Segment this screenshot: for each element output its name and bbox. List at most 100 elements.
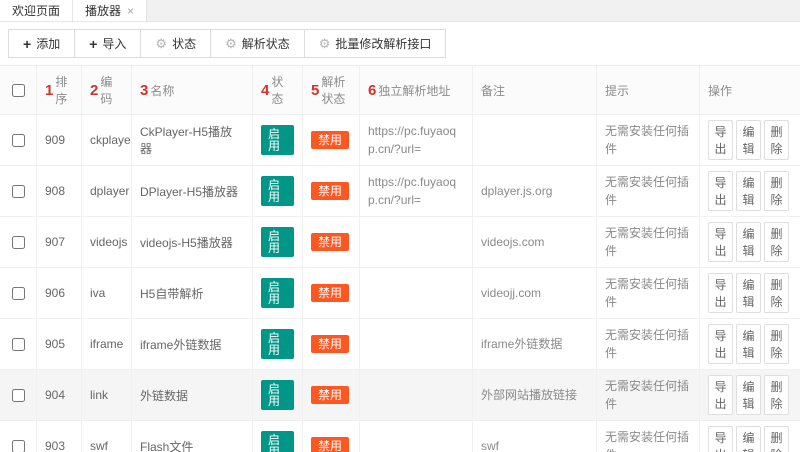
table-row: 907videojsvideojs-H5播放器启用禁用videojs.com无需… <box>0 217 800 268</box>
annotation-number: 5 <box>311 83 319 98</box>
row-select-checkbox[interactable] <box>12 287 25 300</box>
column-header-parse-status: 5 解析状态 <box>303 66 360 114</box>
row-action-export-button[interactable]: 导出 <box>708 222 733 262</box>
row-action-export-button[interactable]: 导出 <box>708 375 733 415</box>
row-action-export-button[interactable]: 导出 <box>708 426 733 452</box>
annotation-number: 6 <box>368 83 376 98</box>
row-action-edit-button[interactable]: 编辑 <box>736 222 761 262</box>
row-action-delete-button[interactable]: 删除 <box>764 171 789 211</box>
tab-label: 欢迎页面 <box>12 2 60 19</box>
toolbar: + 添加 + 导入 ⚙ 状态 ⚙ 解析状态 ⚙ 批量修改解析接口 <box>0 22 800 65</box>
annotation-number: 3 <box>140 83 148 98</box>
status-button[interactable]: ⚙ 状态 <box>140 29 211 58</box>
row-code: link <box>82 370 132 420</box>
add-button[interactable]: + 添加 <box>8 29 75 58</box>
status-badge[interactable]: 启用 <box>261 329 294 359</box>
column-label: 名称 <box>150 82 174 99</box>
row-actions: 导出编辑删除 <box>700 115 800 165</box>
parse-status-badge[interactable]: 禁用 <box>311 437 349 452</box>
row-name: iframe外链数据 <box>132 319 253 369</box>
row-parse-url <box>360 217 473 267</box>
status-badge[interactable]: 启用 <box>261 227 294 257</box>
close-icon[interactable]: × <box>127 5 134 17</box>
row-action-edit-button[interactable]: 编辑 <box>736 273 761 313</box>
import-button[interactable]: + 导入 <box>74 29 141 58</box>
row-select-checkbox[interactable] <box>12 236 25 249</box>
parse-status-button[interactable]: ⚙ 解析状态 <box>210 29 305 58</box>
row-tip: 无需安装任何插件 <box>597 319 700 369</box>
status-badge[interactable]: 启用 <box>261 380 294 410</box>
toolbar-button-group: + 添加 + 导入 ⚙ 状态 ⚙ 解析状态 ⚙ 批量修改解析接口 <box>8 29 446 58</box>
gear-icon: ⚙ <box>155 37 167 50</box>
row-action-edit-button[interactable]: 编辑 <box>736 324 761 364</box>
row-parse-url <box>360 421 473 452</box>
column-label: 解析状态 <box>321 73 351 107</box>
row-select-checkbox[interactable] <box>12 185 25 198</box>
tab-bar-filler <box>147 0 800 21</box>
row-name: 外链数据 <box>132 370 253 420</box>
tab-welcome[interactable]: 欢迎页面 <box>0 0 73 21</box>
column-header-code: 2 编码 <box>82 66 132 114</box>
row-parse-url: https://pc.fuyaoqp.cn/?url= <box>360 115 473 165</box>
select-all-checkbox[interactable] <box>12 84 25 97</box>
row-action-edit-button[interactable]: 编辑 <box>736 375 761 415</box>
status-badge[interactable]: 启用 <box>261 278 294 308</box>
row-action-export-button[interactable]: 导出 <box>708 120 733 160</box>
parse-status-badge[interactable]: 禁用 <box>311 182 349 200</box>
row-action-delete-button[interactable]: 删除 <box>764 324 789 364</box>
column-label: 独立解析地址 <box>378 82 450 99</box>
table-row: 908dplayerDPlayer-H5播放器启用禁用https://pc.fu… <box>0 166 800 217</box>
annotation-number: 2 <box>90 83 98 98</box>
row-select-checkbox[interactable] <box>12 134 25 147</box>
button-label: 状态 <box>172 35 196 52</box>
button-label: 批量修改解析接口 <box>335 35 431 52</box>
row-sort: 903 <box>37 421 82 452</box>
batch-modify-parse-button[interactable]: ⚙ 批量修改解析接口 <box>304 29 447 58</box>
row-select-checkbox[interactable] <box>12 440 25 452</box>
row-action-export-button[interactable]: 导出 <box>708 273 733 313</box>
parse-status-badge[interactable]: 禁用 <box>311 131 349 149</box>
row-action-edit-button[interactable]: 编辑 <box>736 426 761 452</box>
row-action-delete-button[interactable]: 删除 <box>764 222 789 262</box>
parse-status-badge[interactable]: 禁用 <box>311 386 349 404</box>
row-sort: 909 <box>37 115 82 165</box>
tab-player[interactable]: 播放器 × <box>73 0 147 21</box>
row-name: videojs-H5播放器 <box>132 217 253 267</box>
annotation-number: 1 <box>45 83 53 98</box>
parse-status-badge[interactable]: 禁用 <box>311 335 349 353</box>
row-name: Flash文件 <box>132 421 253 452</box>
row-action-export-button[interactable]: 导出 <box>708 324 733 364</box>
parse-status-badge[interactable]: 禁用 <box>311 233 349 251</box>
row-tip: 无需安装任何插件 <box>597 421 700 452</box>
row-actions: 导出编辑删除 <box>700 268 800 318</box>
row-actions: 导出编辑删除 <box>700 370 800 420</box>
table-row: 904link外链数据启用禁用外部网站播放链接无需安装任何插件导出编辑删除 <box>0 370 800 421</box>
column-header-name: 3 名称 <box>132 66 253 114</box>
row-action-delete-button[interactable]: 删除 <box>764 273 789 313</box>
table-row: 906ivaH5自带解析启用禁用videojj.com无需安装任何插件导出编辑删… <box>0 268 800 319</box>
row-select-checkbox[interactable] <box>12 389 25 402</box>
column-label: 状态 <box>271 73 294 107</box>
row-parse-url: https://pc.fuyaoqp.cn/?url= <box>360 166 473 216</box>
row-action-export-button[interactable]: 导出 <box>708 171 733 211</box>
column-label: 排序 <box>55 73 73 107</box>
column-header-sort: 1 排序 <box>37 66 82 114</box>
row-sort: 908 <box>37 166 82 216</box>
row-action-delete-button[interactable]: 删除 <box>764 120 789 160</box>
row-action-edit-button[interactable]: 编辑 <box>736 171 761 211</box>
row-action-delete-button[interactable]: 删除 <box>764 375 789 415</box>
row-remark: swf <box>473 421 597 452</box>
status-badge[interactable]: 启用 <box>261 176 294 206</box>
plus-icon: + <box>89 37 97 51</box>
status-badge[interactable]: 启用 <box>261 431 294 452</box>
row-sort: 906 <box>37 268 82 318</box>
row-action-delete-button[interactable]: 删除 <box>764 426 789 452</box>
row-action-edit-button[interactable]: 编辑 <box>736 120 761 160</box>
row-tip: 无需安装任何插件 <box>597 370 700 420</box>
row-code: dplayer <box>82 166 132 216</box>
row-select-checkbox[interactable] <box>12 338 25 351</box>
status-badge[interactable]: 启用 <box>261 125 294 155</box>
row-sort: 905 <box>37 319 82 369</box>
annotation-number: 4 <box>261 83 269 98</box>
parse-status-badge[interactable]: 禁用 <box>311 284 349 302</box>
